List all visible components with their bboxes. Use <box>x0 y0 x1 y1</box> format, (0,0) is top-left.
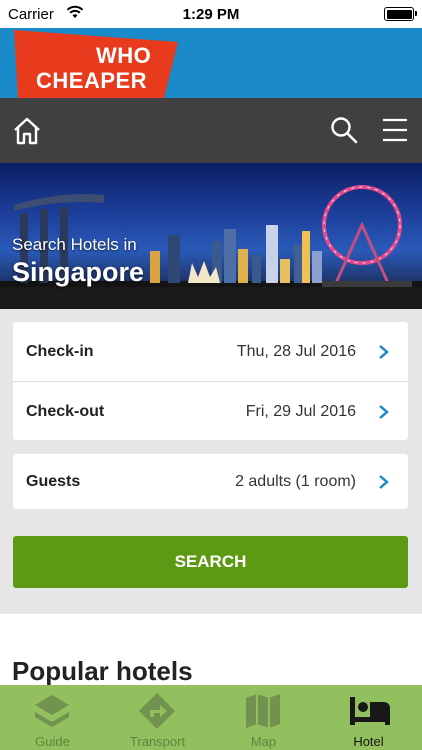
battery-icon <box>384 7 417 21</box>
map-icon <box>246 694 280 728</box>
guests-value: 2 adults (1 room) <box>235 473 356 490</box>
tab-hotel[interactable]: Hotel <box>316 685 421 750</box>
tab-map[interactable]: Map <box>211 685 316 750</box>
hero-subtitle: Search Hotels in <box>12 235 137 254</box>
guests-label: Guests <box>26 473 81 490</box>
tab-transport-label: Transport <box>129 734 186 749</box>
brand-logo[interactable]: WHO CHEAPER <box>14 30 184 98</box>
logo-banner: WHO CHEAPER <box>0 28 422 98</box>
popular-hotels-heading: Popular hotels <box>12 656 193 686</box>
chevron-right-icon <box>379 475 389 489</box>
guests-row[interactable]: Guests 2 adults (1 room) <box>13 454 408 509</box>
layers-icon <box>35 695 69 727</box>
tab-guide[interactable]: Guide <box>0 685 105 750</box>
dates-card: Check-in Thu, 28 Jul 2016 Check-out Fri,… <box>13 322 408 440</box>
search-button[interactable]: SEARCH <box>13 536 408 588</box>
home-icon[interactable] <box>12 116 42 146</box>
nav-bar <box>0 98 422 163</box>
tab-map-label: Map <box>250 734 277 749</box>
checkin-value: Thu, 28 Jul 2016 <box>236 343 356 360</box>
logo-line-2: CHEAPER <box>36 68 148 93</box>
checkin-label: Check-in <box>26 343 94 360</box>
menu-icon[interactable] <box>381 116 409 144</box>
checkout-row[interactable]: Check-out Fri, 29 Jul 2016 <box>13 381 408 440</box>
tab-guide-label: Guide <box>35 734 70 749</box>
chevron-right-icon <box>379 345 389 359</box>
checkout-label: Check-out <box>26 403 105 420</box>
hero-banner: Search Hotels in Singapore <box>0 163 422 309</box>
status-time: 1:29 PM <box>182 6 240 23</box>
bed-icon <box>350 697 390 725</box>
directions-icon <box>139 693 175 729</box>
chevron-right-icon <box>379 405 389 419</box>
tab-transport[interactable]: Transport <box>105 685 210 750</box>
guests-card: Guests 2 adults (1 room) <box>13 454 408 509</box>
status-bar: Carrier 1:29 PM <box>0 0 422 28</box>
checkout-value: Fri, 29 Jul 2016 <box>245 403 356 420</box>
hero-city: Singapore <box>12 257 145 287</box>
checkin-row[interactable]: Check-in Thu, 28 Jul 2016 <box>13 322 408 381</box>
tab-bar: Guide Transport Map Hotel <box>0 685 422 750</box>
tab-hotel-label: Hotel <box>353 734 384 749</box>
search-icon[interactable] <box>330 116 358 144</box>
logo-line-1: WHO <box>96 43 152 68</box>
